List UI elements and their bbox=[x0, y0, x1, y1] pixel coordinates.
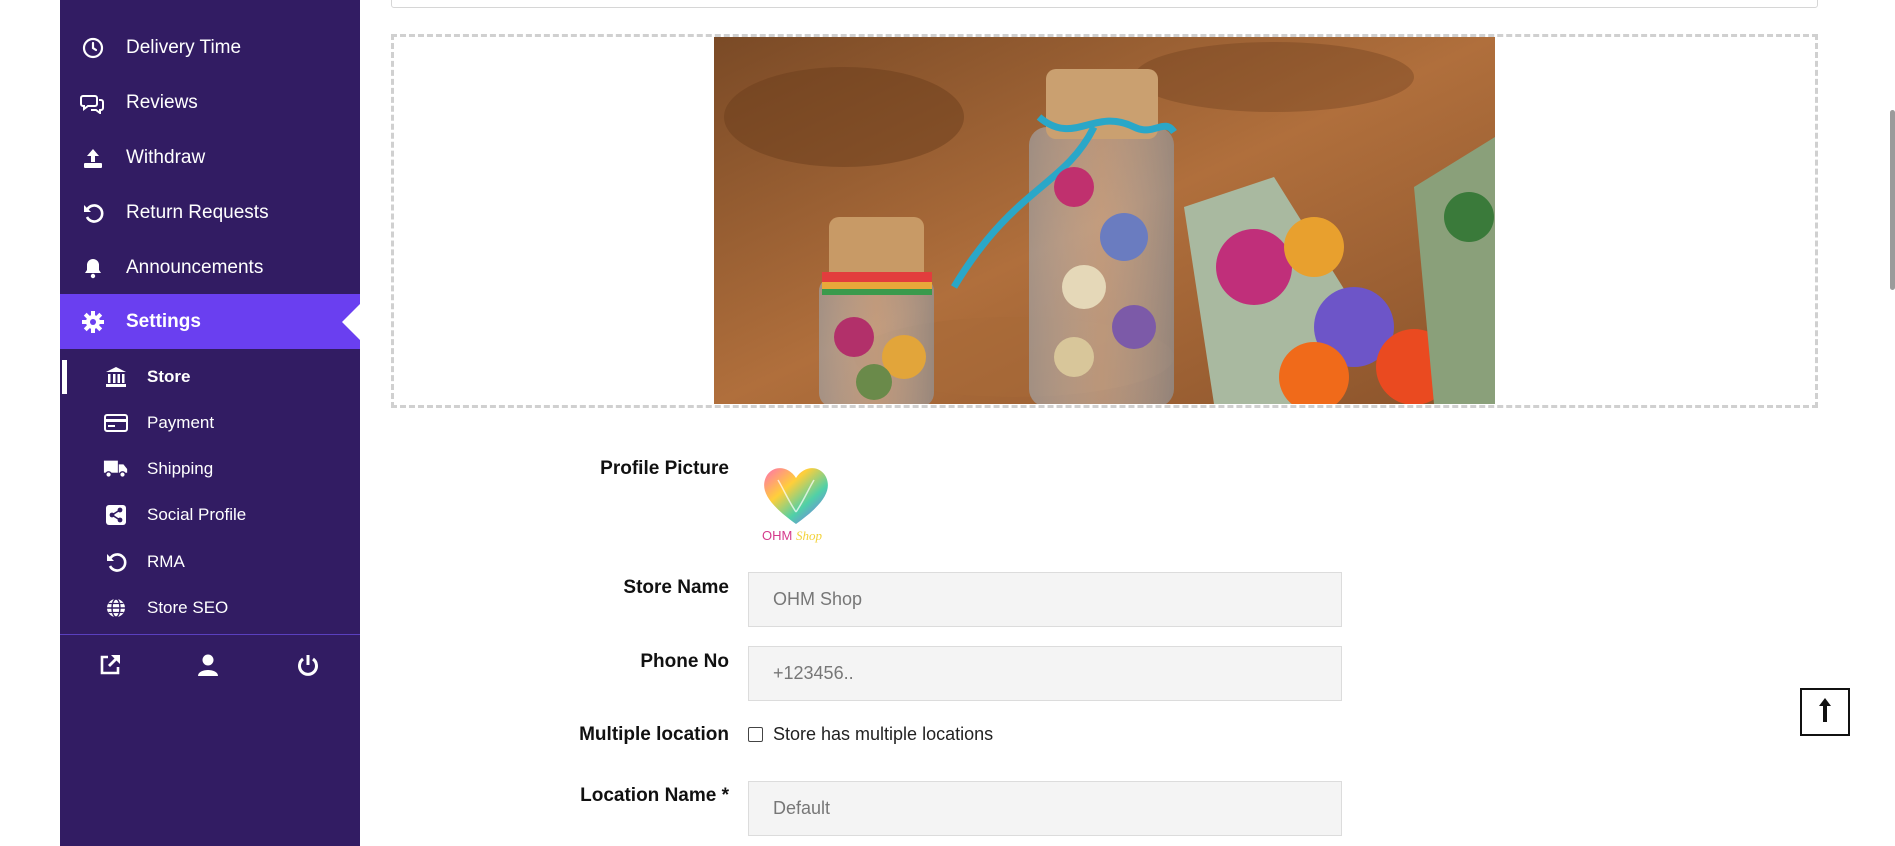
profile-picture[interactable]: OHM Shop bbox=[758, 460, 834, 544]
globe-icon bbox=[103, 596, 129, 620]
sidebar-subitem-store-seo[interactable]: Store SEO bbox=[60, 585, 360, 631]
sidebar-item-label: Reviews bbox=[126, 91, 198, 113]
profile-picture-label: Profile Picture bbox=[600, 458, 729, 479]
sidebar-subitem-label: Shipping bbox=[147, 459, 214, 478]
sidebar-item-label: Settings bbox=[126, 310, 201, 332]
sidebar-item-withdraw[interactable]: Withdraw bbox=[60, 130, 360, 185]
user-icon bbox=[197, 653, 219, 682]
sidebar-item-return-requests[interactable]: Return Requests bbox=[60, 185, 360, 240]
sidebar-item-label: Return Requests bbox=[126, 201, 269, 223]
credit-card-icon bbox=[103, 411, 129, 435]
store-name-label: Store Name bbox=[623, 577, 729, 598]
location-name-input[interactable] bbox=[748, 781, 1342, 836]
logout-button[interactable] bbox=[288, 650, 328, 684]
sidebar-divider bbox=[60, 634, 360, 635]
phone-input[interactable] bbox=[748, 646, 1342, 701]
sidebar-subitem-label: Store SEO bbox=[147, 598, 229, 617]
sidebar-subitem-label: Social Profile bbox=[147, 505, 247, 524]
sidebar-item-settings[interactable]: Settings bbox=[60, 294, 360, 349]
sidebar-item-announcements[interactable]: Announcements bbox=[60, 240, 360, 295]
sidebar-subitem-payment[interactable]: Payment bbox=[60, 400, 360, 446]
sidebar-subitem-shipping[interactable]: Shipping bbox=[60, 446, 360, 492]
truck-icon bbox=[103, 457, 129, 481]
multiple-location-checkbox[interactable] bbox=[748, 727, 763, 742]
multiple-location-label: Multiple location bbox=[579, 724, 729, 745]
gear-icon bbox=[80, 309, 106, 335]
clock-icon bbox=[80, 35, 106, 61]
sidebar-item-label: Announcements bbox=[126, 256, 264, 278]
sidebar-subitem-label: Store bbox=[147, 367, 191, 386]
share-icon bbox=[103, 503, 129, 527]
sidebar: Delivery Time Reviews Withdraw Return Re… bbox=[60, 0, 360, 846]
arrow-up-icon bbox=[1816, 696, 1834, 729]
undo-icon bbox=[80, 200, 106, 226]
logo-text-shop: Shop bbox=[796, 528, 823, 543]
phone-label: Phone No bbox=[640, 651, 729, 672]
bank-icon bbox=[103, 365, 129, 389]
undo-icon bbox=[103, 550, 129, 574]
edit-account-button[interactable] bbox=[188, 650, 228, 684]
bell-icon bbox=[80, 255, 106, 281]
power-icon bbox=[296, 653, 320, 682]
sidebar-subitem-store[interactable]: Store bbox=[60, 354, 360, 400]
multiple-location-checkbox-label: Store has multiple locations bbox=[773, 724, 994, 744]
comments-icon bbox=[80, 90, 106, 116]
sidebar-subitem-label: RMA bbox=[147, 552, 185, 571]
location-name-label: Location Name * bbox=[580, 785, 729, 806]
sidebar-item-delivery-time[interactable]: Delivery Time bbox=[60, 20, 360, 75]
top-panel-edge bbox=[391, 0, 1818, 8]
sidebar-subitem-rma[interactable]: RMA bbox=[60, 539, 360, 585]
sidebar-item-label: Withdraw bbox=[126, 146, 206, 168]
sidebar-item-label: Delivery Time bbox=[126, 36, 242, 58]
visit-store-button[interactable] bbox=[90, 650, 130, 684]
sidebar-item-reviews[interactable]: Reviews bbox=[60, 75, 360, 130]
back-to-top-button[interactable] bbox=[1800, 688, 1850, 736]
store-banner-image bbox=[714, 37, 1495, 404]
logo-text-ohm: OHM bbox=[762, 528, 792, 543]
scrollbar-thumb[interactable] bbox=[1890, 110, 1895, 290]
external-link-icon bbox=[98, 653, 122, 682]
sidebar-subitem-label: Payment bbox=[147, 413, 215, 432]
upload-icon bbox=[80, 145, 106, 171]
multiple-location-option[interactable]: Store has multiple locations bbox=[748, 724, 993, 745]
store-name-input[interactable] bbox=[748, 572, 1342, 627]
sidebar-subitem-social-profile[interactable]: Social Profile bbox=[60, 492, 360, 538]
